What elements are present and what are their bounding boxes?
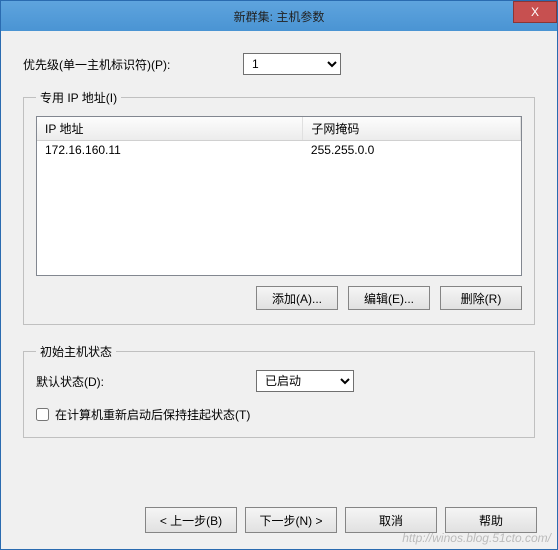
ip-address-group: 专用 IP 地址(I) IP 地址 子网掩码 172.16.160.11 255… [23, 89, 535, 325]
dialog-window: 新群集: 主机参数 X 优先级(单一主机标识符)(P): 1 专用 IP 地址(… [0, 0, 558, 550]
priority-row: 优先级(单一主机标识符)(P): 1 [23, 53, 535, 75]
add-button[interactable]: 添加(A)... [256, 286, 338, 310]
ip-table-container: IP 地址 子网掩码 172.16.160.11 255.255.0.0 [36, 116, 522, 276]
back-button[interactable]: < 上一步(B) [145, 507, 237, 533]
next-button[interactable]: 下一步(N) > [245, 507, 337, 533]
cell-mask: 255.255.0.0 [303, 141, 521, 160]
default-state-label: 默认状态(D): [36, 373, 256, 390]
state-group-legend: 初始主机状态 [36, 343, 116, 360]
initial-state-group: 初始主机状态 默认状态(D): 已启动 在计算机重新启动后保持挂起状态(T) [23, 343, 535, 438]
default-state-select[interactable]: 已启动 [256, 370, 354, 392]
table-row[interactable]: 172.16.160.11 255.255.0.0 [37, 141, 521, 160]
content-area: 优先级(单一主机标识符)(P): 1 专用 IP 地址(I) IP 地址 子网掩… [1, 31, 557, 466]
priority-select[interactable]: 1 [243, 53, 341, 75]
watermark: http://winos.blog.51cto.com/ [402, 531, 551, 545]
suspend-checkbox-label: 在计算机重新启动后保持挂起状态(T) [55, 406, 250, 423]
help-button[interactable]: 帮助 [445, 507, 537, 533]
titlebar: 新群集: 主机参数 X [1, 1, 557, 31]
ip-buttons: 添加(A)... 编辑(E)... 删除(R) [36, 286, 522, 310]
close-icon: X [531, 5, 539, 19]
ip-group-legend: 专用 IP 地址(I) [36, 89, 121, 106]
remove-button[interactable]: 删除(R) [440, 286, 522, 310]
cancel-button[interactable]: 取消 [345, 507, 437, 533]
window-title: 新群集: 主机参数 [234, 8, 325, 25]
ip-table: IP 地址 子网掩码 172.16.160.11 255.255.0.0 [37, 117, 521, 159]
priority-label: 优先级(单一主机标识符)(P): [23, 56, 243, 73]
cell-ip: 172.16.160.11 [37, 141, 303, 160]
edit-button[interactable]: 编辑(E)... [348, 286, 430, 310]
close-button[interactable]: X [513, 1, 557, 23]
wizard-buttons: < 上一步(B) 下一步(N) > 取消 帮助 [145, 507, 537, 533]
col-mask[interactable]: 子网掩码 [303, 117, 521, 141]
default-state-row: 默认状态(D): 已启动 [36, 370, 522, 392]
suspend-checkbox-row: 在计算机重新启动后保持挂起状态(T) [36, 406, 522, 423]
col-ip[interactable]: IP 地址 [37, 117, 303, 141]
suspend-checkbox[interactable] [36, 408, 49, 421]
